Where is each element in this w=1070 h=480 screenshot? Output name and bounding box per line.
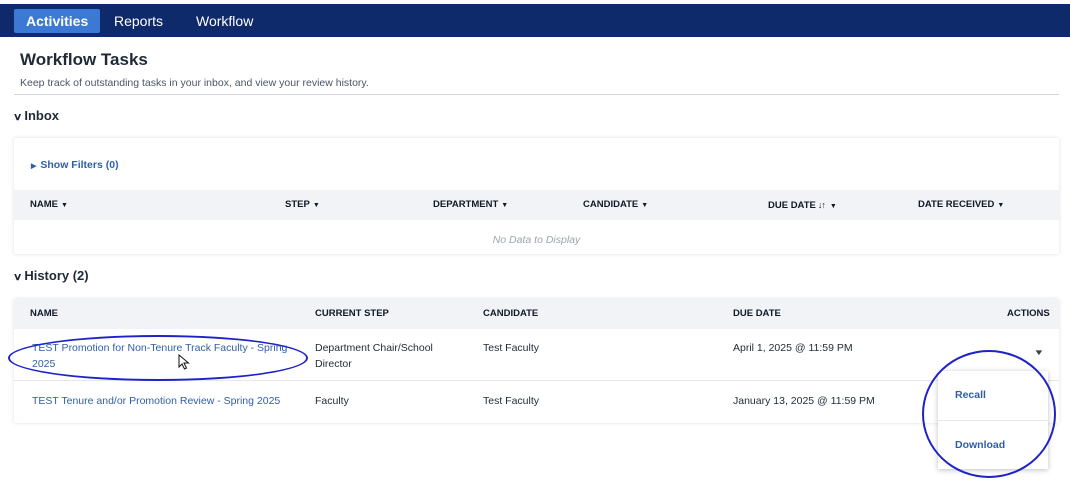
caret-down-icon: ▼ [60,202,68,209]
history-heading: History (2) [24,268,89,283]
history-table-header: NAME CURRENT STEP CANDIDATE DUE DATE ACT… [14,299,1059,329]
task-name-link[interactable]: TEST Tenure and/or Promotion Review - Sp… [32,393,280,409]
task-due-date: January 13, 2025 @ 11:59 PM [733,395,875,407]
tab-workflow[interactable]: Workflow [184,9,265,33]
caret-right-icon: ▶ [31,163,37,170]
caret-down-icon: ▼ [312,202,320,209]
page-title: Workflow Tasks [20,50,148,69]
caret-down-icon: ▼ [501,202,509,209]
task-step: Department Chair/School Director [315,342,433,370]
col-date-received[interactable]: DATE RECEIVED ▼ [918,190,1004,220]
annotation-circle [922,350,1056,478]
col-due-date: DUE DATE [733,308,781,319]
mouse-pointer-icon [178,354,190,370]
col-candidate[interactable]: CANDIDATE ▼ [583,190,648,220]
inbox-section-toggle[interactable]: ∨ Inbox [12,108,59,123]
divider [14,94,1059,95]
page-description: Keep track of outstanding tasks in your … [20,77,369,89]
task-candidate: Test Faculty [483,395,540,407]
col-current-step: CURRENT STEP [315,308,389,319]
annotation-circle [8,335,308,381]
inbox-panel: ▶ Show Filters (0) NAME ▼ STEP ▼ DEPARTMENT… [14,138,1059,254]
actions-dropdown-icon[interactable]: ▼ [1033,348,1044,357]
table-row: TEST Tenure and/or Promotion Review - Sp… [14,382,1059,432]
show-filters-toggle[interactable]: ▶ Show Filters (0) [31,159,119,171]
chevron-down-icon: ∨ [12,272,23,283]
inbox-table-header: NAME ▼ STEP ▼ DEPARTMENT ▼ CANDIDATE ▼ DUE D… [14,190,1059,220]
empty-state: No Data to Display [492,234,581,246]
col-candidate: CANDIDATE [483,308,539,319]
tab-activities[interactable]: Activities [14,9,101,33]
caret-down-icon: ▼ [641,202,649,209]
col-name: NAME [30,308,58,319]
col-step[interactable]: STEP ▼ [285,190,320,220]
col-name[interactable]: NAME ▼ [30,190,68,220]
task-step: Faculty [315,395,349,407]
caret-down-icon: ▼ [997,202,1005,209]
caret-down-icon: ▼ [829,203,837,210]
task-due-date: April 1, 2025 @ 11:59 PM [733,342,853,354]
inbox-heading: Inbox [24,108,59,123]
sort-ascending-icon: ↓↑ [817,200,826,210]
col-actions: ACTIONS [1007,308,1050,319]
task-candidate: Test Faculty [483,342,540,354]
top-nav: Activities Reports Workflow [0,4,1070,37]
col-due-date[interactable]: DUE DATE ↓↑ ▼ [768,190,837,220]
col-department[interactable]: DEPARTMENT ▼ [433,190,508,220]
show-filters-label: Show Filters (0) [40,159,119,171]
chevron-down-icon: ∨ [12,112,23,123]
history-section-toggle[interactable]: ∨ History (2) [12,268,89,283]
tab-reports[interactable]: Reports [102,9,175,33]
